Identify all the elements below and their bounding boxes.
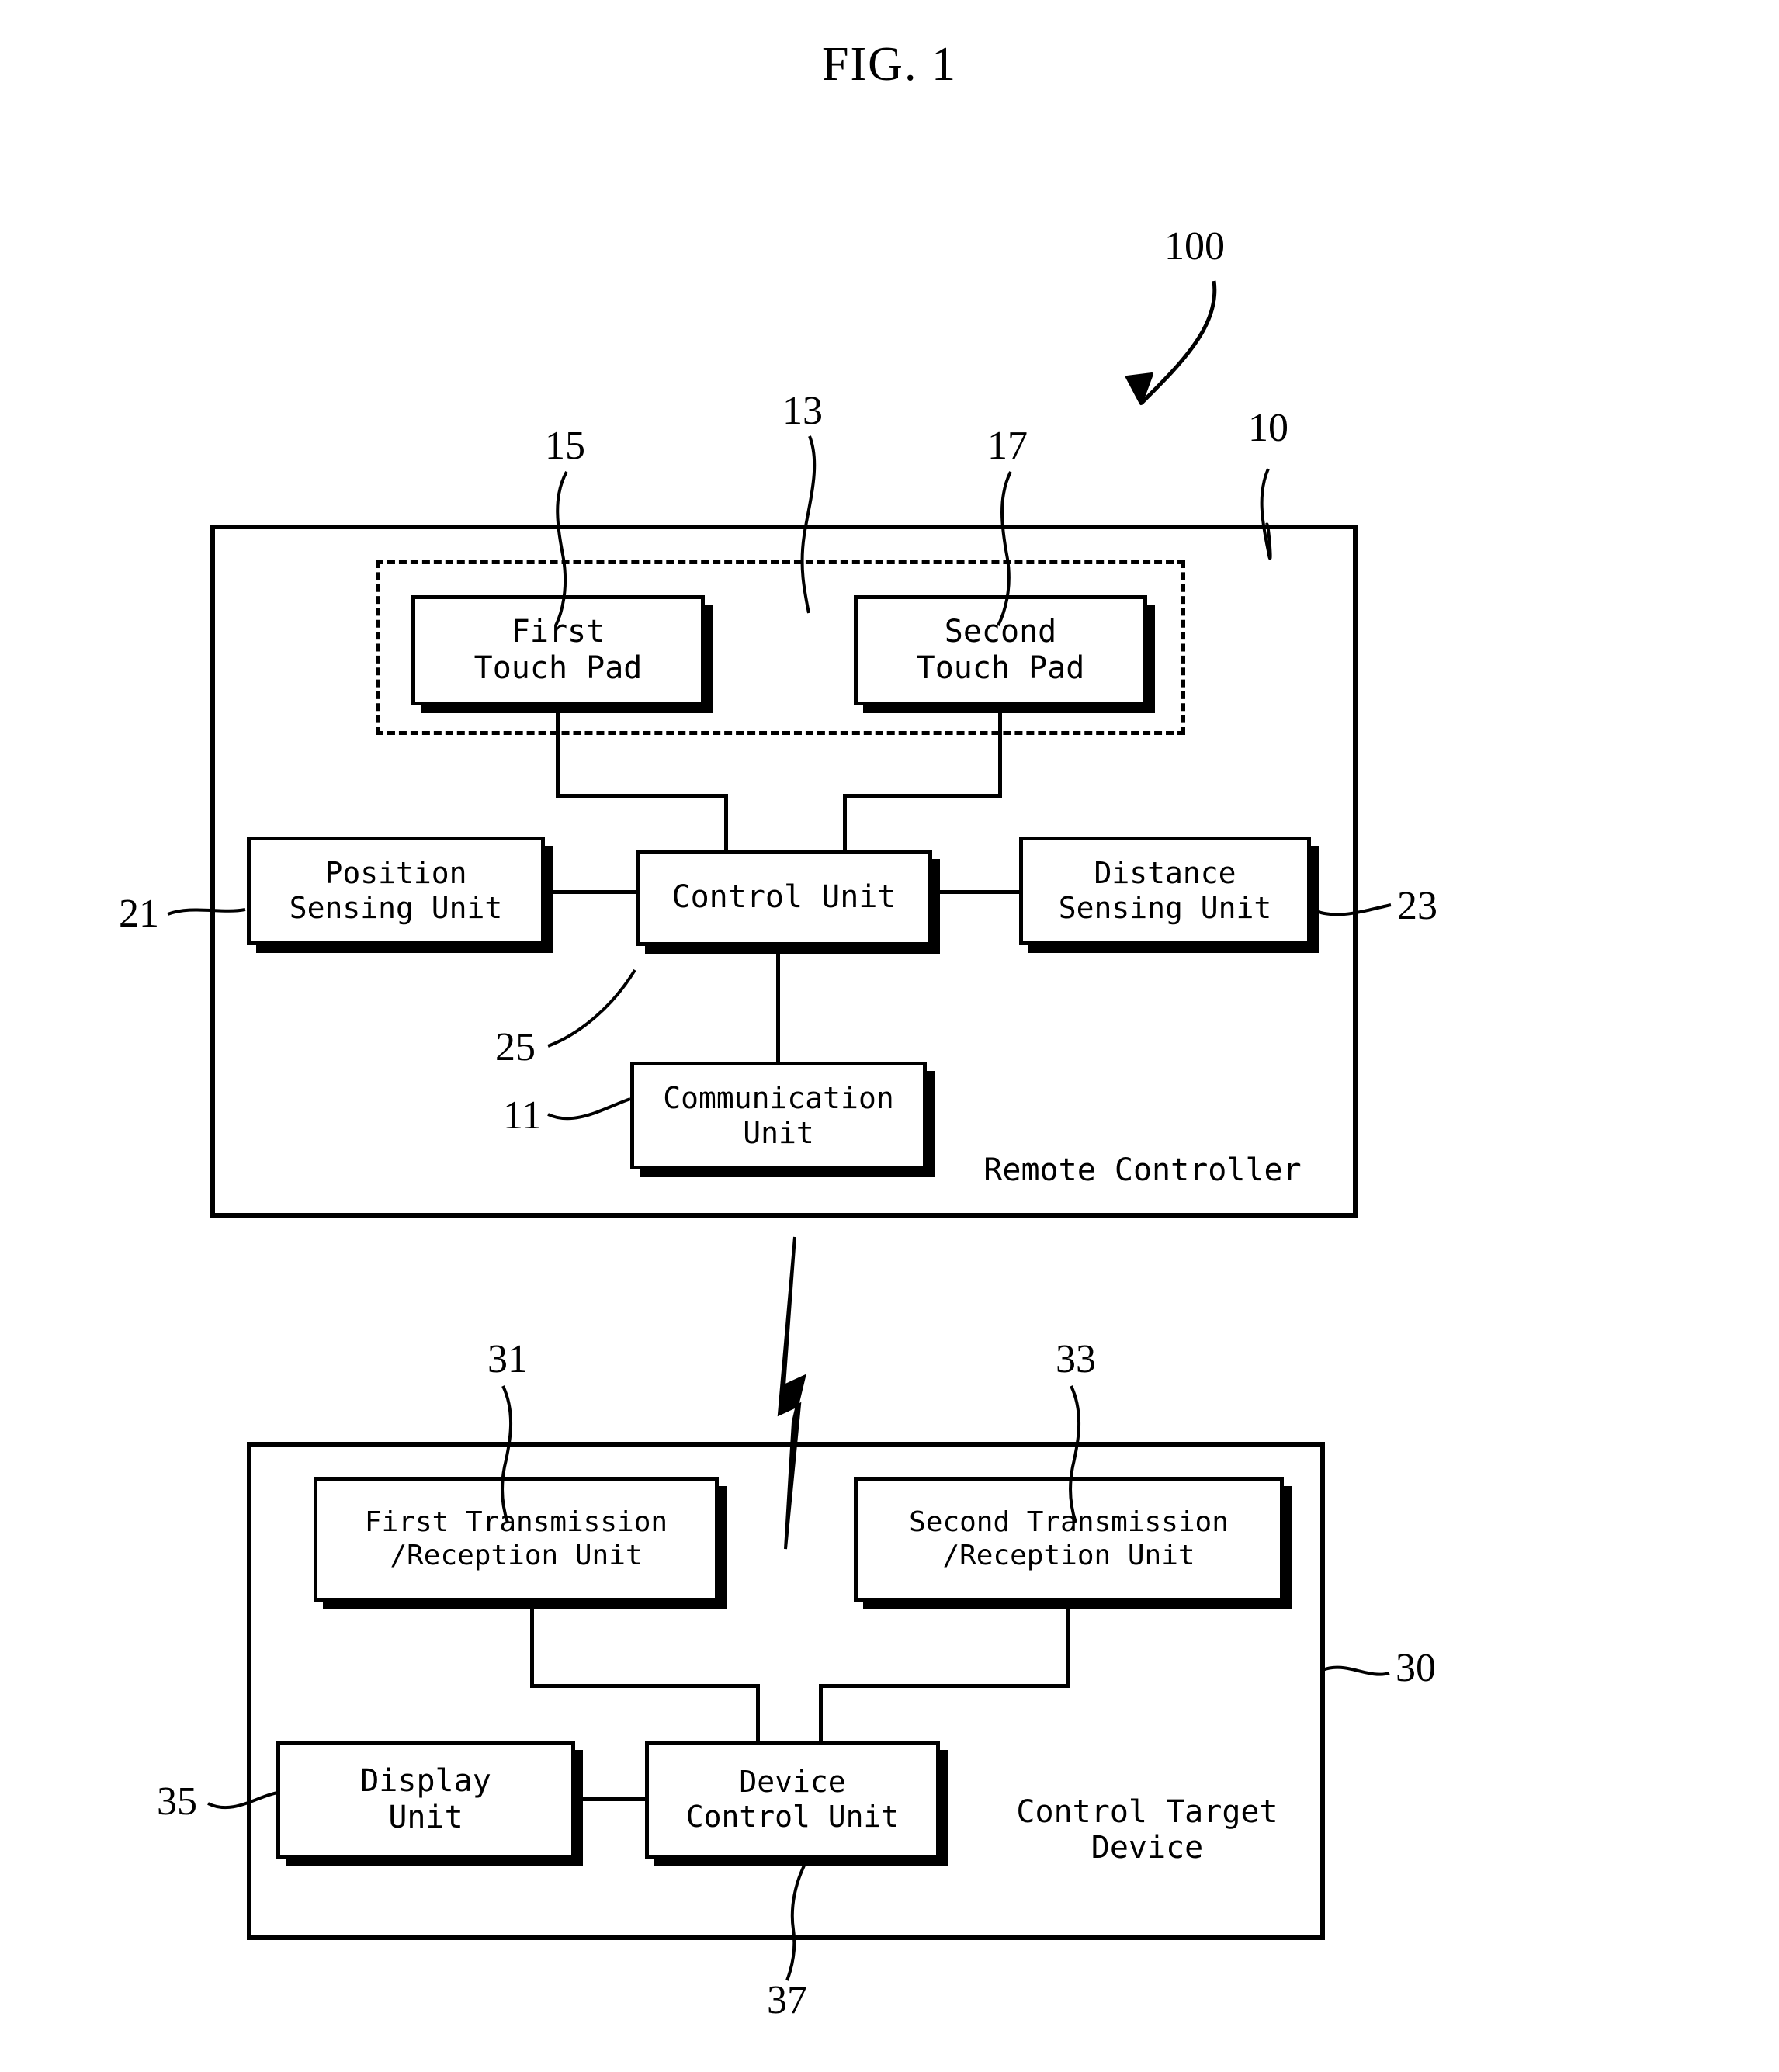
refnum-23: 23 (1397, 884, 1437, 928)
second-transmission-reception-unit-block[interactable]: Second Transmission /Reception Unit (854, 1477, 1284, 1602)
device-control-unit-block[interactable]: Device Control Unit (645, 1741, 940, 1859)
arrowhead-system-100 (1125, 372, 1153, 405)
refnum-10: 10 (1248, 406, 1288, 450)
connector-control-unit-to-distance-sensing (931, 890, 1021, 894)
refnum-37: 37 (767, 1978, 807, 2022)
first-touch-pad-label: First Touch Pad (473, 613, 643, 686)
connector-second-txrx-horizontal (819, 1684, 1070, 1688)
second-transmission-reception-unit-label: Second Transmission /Reception Unit (909, 1506, 1229, 1571)
connector-second-touchpad-into-control-unit (843, 794, 847, 854)
connector-position-sensing-to-control-unit (543, 890, 638, 894)
position-sensing-unit-block[interactable]: Position Sensing Unit (247, 837, 545, 945)
communication-unit-label: Communication Unit (663, 1080, 894, 1150)
refnum-17: 17 (987, 424, 1028, 468)
first-touch-pad-block[interactable]: First Touch Pad (411, 595, 705, 705)
connector-second-touchpad-horizontal (843, 794, 1002, 798)
refnum-100: 100 (1164, 224, 1225, 269)
leader-system-100 (1139, 280, 1217, 405)
control-unit-block[interactable]: Control Unit (636, 850, 932, 946)
refnum-30: 30 (1396, 1646, 1436, 1690)
connector-control-unit-to-communication-unit (776, 944, 780, 1064)
control-unit-label: Control Unit (671, 879, 896, 916)
first-transmission-reception-unit-block[interactable]: First Transmission /Reception Unit (314, 1477, 719, 1602)
connector-first-touchpad-down (556, 703, 560, 798)
distance-sensing-unit-label: Distance Sensing Unit (1058, 856, 1272, 925)
distance-sensing-unit-block[interactable]: Distance Sensing Unit (1019, 837, 1311, 945)
connector-second-txrx-down (1066, 1600, 1070, 1688)
refnum-13: 13 (782, 389, 823, 433)
remote-controller-caption: Remote Controller (983, 1152, 1302, 1188)
communication-unit-block[interactable]: Communication Unit (630, 1062, 927, 1169)
refnum-31: 31 (487, 1337, 528, 1381)
display-unit-label: Display Unit (360, 1762, 491, 1835)
refnum-25: 25 (495, 1025, 536, 1069)
figure-title: FIG. 1 (822, 38, 957, 91)
patent-figure-page: FIG. 1 First Touch Pad Second Touch Pad … (0, 0, 1779, 2072)
display-unit-block[interactable]: Display Unit (276, 1741, 575, 1859)
connector-first-txrx-horizontal (530, 1684, 760, 1688)
second-touch-pad-block[interactable]: Second Touch Pad (854, 595, 1147, 705)
refnum-11: 11 (503, 1093, 543, 1138)
refnum-35: 35 (157, 1779, 197, 1824)
position-sensing-unit-label: Position Sensing Unit (289, 856, 503, 925)
refnum-33: 33 (1056, 1337, 1096, 1381)
refnum-15: 15 (545, 424, 585, 468)
connector-second-touchpad-down (998, 703, 1002, 798)
refnum-21: 21 (119, 892, 159, 936)
first-transmission-reception-unit-label: First Transmission /Reception Unit (364, 1506, 668, 1571)
connector-first-txrx-down (530, 1600, 534, 1688)
connector-first-touchpad-into-control-unit (724, 794, 728, 854)
device-control-unit-label: Device Control Unit (685, 1765, 900, 1834)
second-touch-pad-label: Second Touch Pad (916, 613, 1085, 686)
connector-first-txrx-into-device-control-unit (756, 1684, 760, 1743)
control-target-device-caption: Control Target Device (1016, 1794, 1278, 1866)
connector-display-unit-to-device-control-unit (574, 1797, 647, 1801)
connector-first-touchpad-horizontal (556, 794, 728, 798)
leader-ref-30 (1322, 1665, 1390, 1676)
connector-second-txrx-into-device-control-unit (819, 1684, 823, 1743)
